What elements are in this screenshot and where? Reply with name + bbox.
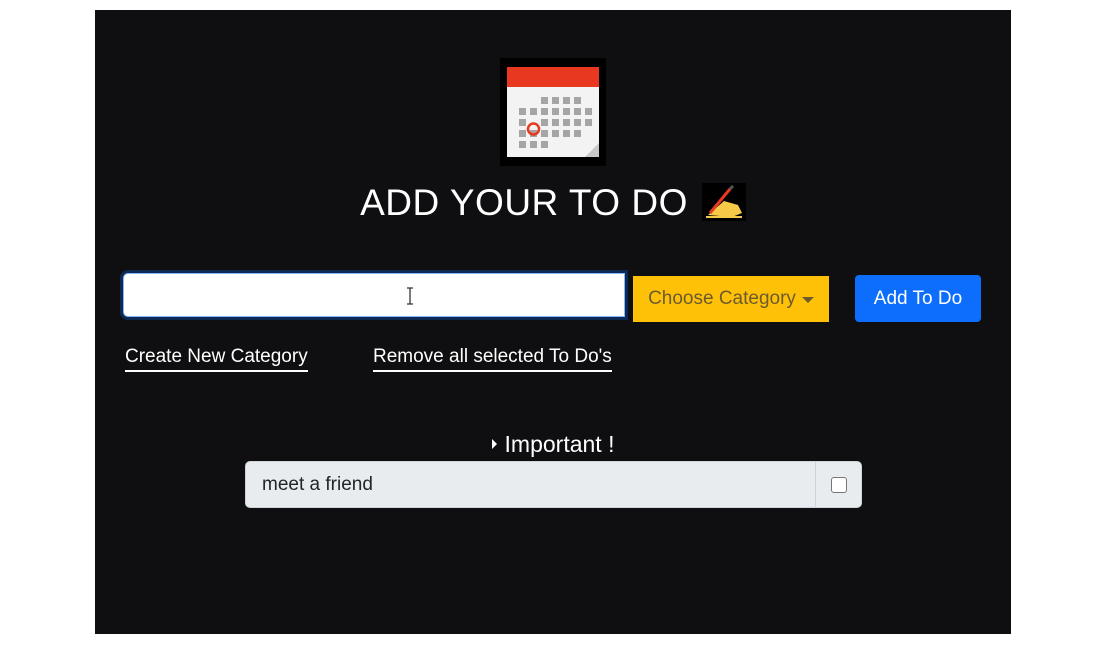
remove-selected-link[interactable]: Remove all selected To Do's xyxy=(373,346,612,372)
todo-item: meet a friend xyxy=(245,461,862,508)
todo-checkbox-wrapper xyxy=(815,461,862,508)
todo-input[interactable] xyxy=(123,273,625,317)
add-todo-button[interactable]: Add To Do xyxy=(855,275,981,322)
writing-hand-icon xyxy=(701,183,746,221)
calendar-icon xyxy=(500,58,606,166)
caret-right-icon xyxy=(491,439,497,449)
group-toggle-important[interactable]: Important ! xyxy=(95,431,1011,458)
choose-category-dropdown[interactable]: Choose Category xyxy=(633,276,829,322)
page-title: ADD YOUR TO DO xyxy=(95,182,1011,224)
text-cursor-icon xyxy=(407,287,413,305)
choose-category-label: Choose Category xyxy=(648,288,796,309)
page-title-text: ADD YOUR TO DO xyxy=(360,182,688,223)
todo-item-checkbox[interactable] xyxy=(830,476,847,493)
caret-down-icon xyxy=(801,296,814,303)
group-name: Important ! xyxy=(504,431,615,457)
create-category-link[interactable]: Create New Category xyxy=(125,346,308,372)
todo-item-text: meet a friend xyxy=(245,461,815,508)
app-container: ADD YOUR TO DO Choose Category Add To Do… xyxy=(95,10,1011,634)
